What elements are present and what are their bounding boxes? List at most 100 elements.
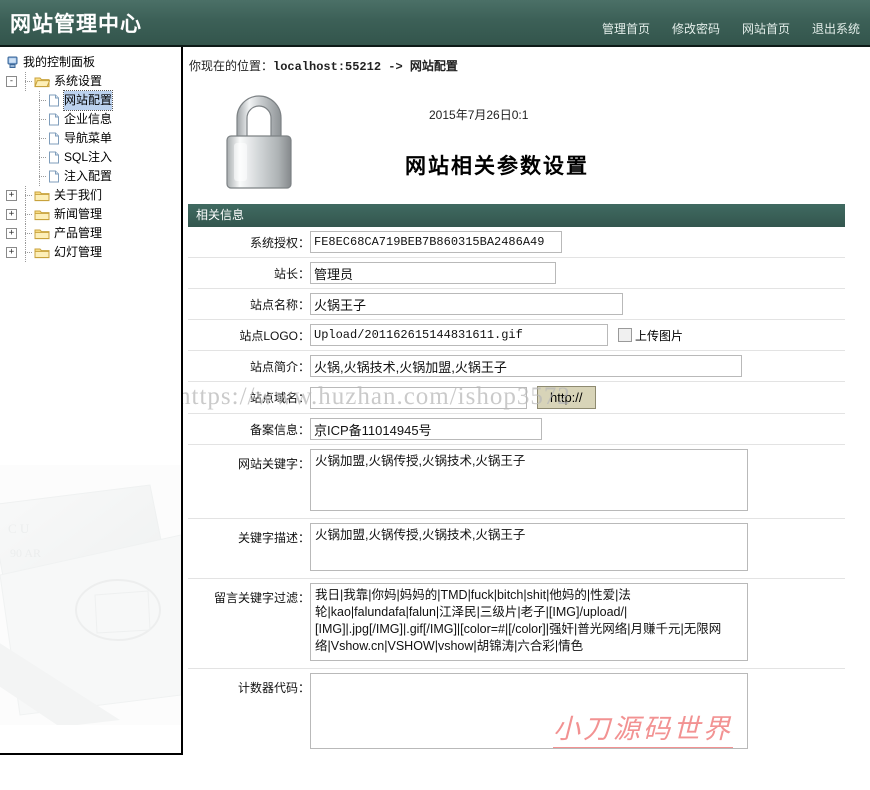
http-prefix-button[interactable]: http:// <box>537 386 596 409</box>
site-intro-input[interactable] <box>310 355 742 377</box>
sidebar-tree: 我的控制面板 - 系统设置 <box>0 47 181 262</box>
nav-link-change-password[interactable]: 修改密码 <box>672 20 720 37</box>
site-logo-input[interactable] <box>310 324 608 346</box>
sidebar-item-site-config[interactable]: 网站配置 <box>4 91 181 110</box>
sidebar-item-news-manage[interactable]: + 新闻管理 <box>4 205 181 224</box>
page-icon <box>48 132 60 145</box>
admin-page: 网站管理中心 管理首页 修改密码 网站首页 退出系统 C U 90 AR <box>0 0 870 790</box>
table-row: 备案信息： <box>188 414 845 445</box>
sidebar-item-label: 产品管理 <box>54 224 102 243</box>
tree-line <box>35 129 48 148</box>
computer-icon <box>6 56 19 69</box>
field-filter-cell <box>310 579 845 669</box>
breadcrumb-prefix: 你现在的位置： <box>189 59 273 73</box>
sidebar-item-company-info[interactable]: 企业信息 <box>4 110 181 129</box>
sidebar-item-label: 关于我们 <box>54 186 102 205</box>
system-auth-input[interactable] <box>310 231 562 253</box>
table-row: 站点简介： <box>188 351 845 382</box>
field-description-cell <box>310 519 845 579</box>
label-site-name: 站点名称： <box>188 289 310 320</box>
tree-line <box>35 91 48 110</box>
keywords-textarea[interactable] <box>310 449 748 511</box>
sidebar-item-injection-config[interactable]: 注入配置 <box>4 167 181 186</box>
label-site-logo: 站点LOGO： <box>188 320 310 351</box>
label-webmaster: 站长： <box>188 258 310 289</box>
top-navigation: 管理首页 修改密码 网站首页 退出系统 <box>602 20 860 37</box>
breadcrumb-host: localhost:55212 <box>273 60 381 74</box>
keyword-description-textarea[interactable] <box>310 523 748 571</box>
webmaster-input[interactable] <box>310 262 556 284</box>
sidebar-item-slideshow-manage[interactable]: + 幻灯管理 <box>4 243 181 262</box>
page-icon <box>48 170 60 183</box>
site-logo-row: 上传图片 <box>310 324 845 346</box>
sidebar-item-label: 系统设置 <box>54 72 102 91</box>
top-header-bar: 网站管理中心 管理首页 修改密码 网站首页 退出系统 <box>0 0 870 47</box>
expand-toggle-icon[interactable]: + <box>6 209 17 220</box>
page-icon <box>48 113 60 126</box>
label-system-auth: 系统授权： <box>188 227 310 258</box>
sidebar-item-label: 注入配置 <box>64 167 112 186</box>
page-icon <box>48 151 60 164</box>
field-icp-cell <box>310 414 845 445</box>
page-icon <box>48 94 60 107</box>
site-brand-title: 网站管理中心 <box>10 8 142 38</box>
sidebar-item-control-panel[interactable]: 我的控制面板 <box>4 53 181 72</box>
table-row: 计数器代码： <box>188 669 845 756</box>
upload-image-label: 上传图片 <box>635 329 683 343</box>
field-keywords-cell <box>310 445 845 519</box>
current-datetime: 2015年7月26日0:1 <box>429 106 528 123</box>
upload-image-checkbox-wrap[interactable]: 上传图片 <box>618 327 683 344</box>
folder-open-icon <box>34 75 50 88</box>
expand-toggle-icon[interactable]: + <box>6 228 17 239</box>
sidebar: C U 90 AR 我的控制面板 - <box>0 47 183 755</box>
breadcrumb: 你现在的位置：localhost:55212 -> 网站配置 <box>183 47 870 74</box>
nav-link-logout[interactable]: 退出系统 <box>812 20 860 37</box>
table-row: 站点域名： http:// <box>188 382 845 414</box>
icp-input[interactable] <box>310 418 542 440</box>
folder-icon <box>34 208 50 221</box>
sidebar-item-system-settings[interactable]: - 系统设置 <box>4 72 181 91</box>
field-counter-cell <box>310 669 845 756</box>
breadcrumb-current: 网站配置 <box>410 59 458 73</box>
folder-icon <box>34 246 50 259</box>
svg-text:90 AR: 90 AR <box>10 546 41 560</box>
breadcrumb-arrow: -> <box>381 60 410 74</box>
sidebar-item-about-us[interactable]: + 关于我们 <box>4 186 181 205</box>
site-domain-input[interactable] <box>310 387 527 409</box>
sidebar-background-image: C U 90 AR <box>0 465 181 725</box>
sidebar-item-nav-menu[interactable]: 导航菜单 <box>4 129 181 148</box>
page-heading-block: 2015年7月26日0:1 网站相关参数设置 <box>183 74 870 204</box>
sidebar-item-label: 企业信息 <box>64 110 112 129</box>
nav-link-admin-home[interactable]: 管理首页 <box>602 20 650 37</box>
sidebar-item-label: 网站配置 <box>64 91 112 110</box>
sidebar-item-product-manage[interactable]: + 产品管理 <box>4 224 181 243</box>
tree-line <box>21 224 34 243</box>
counter-code-textarea[interactable] <box>310 673 748 749</box>
table-row: 留言关键字过滤： <box>188 579 845 669</box>
settings-panel: 相关信息 系统授权： 站长： 站点名称： <box>188 204 845 755</box>
upload-image-checkbox[interactable] <box>618 328 632 342</box>
nav-link-site-home[interactable]: 网站首页 <box>742 20 790 37</box>
table-row: 站点名称： <box>188 289 845 320</box>
tree-line <box>35 167 48 186</box>
sidebar-item-sql-injection[interactable]: SQL注入 <box>4 148 181 167</box>
bottom-strip <box>0 755 870 790</box>
sidebar-item-label: 幻灯管理 <box>54 243 102 262</box>
site-name-input[interactable] <box>310 293 623 315</box>
table-row: 网站关键字： <box>188 445 845 519</box>
expand-toggle-icon[interactable]: + <box>6 190 17 201</box>
table-row: 站长： <box>188 258 845 289</box>
message-filter-textarea[interactable] <box>310 583 748 661</box>
sidebar-item-label: 新闻管理 <box>54 205 102 224</box>
tree-line <box>21 72 34 91</box>
sidebar-root-label: 我的控制面板 <box>23 53 95 72</box>
label-keywords: 网站关键字： <box>188 445 310 519</box>
folder-icon <box>34 227 50 240</box>
field-site-domain-cell: http:// <box>310 382 845 414</box>
label-counter-code: 计数器代码： <box>188 669 310 756</box>
label-message-filter: 留言关键字过滤： <box>188 579 310 669</box>
sidebar-item-label: SQL注入 <box>64 148 112 167</box>
collapse-toggle-icon[interactable]: - <box>6 76 17 87</box>
tree-line <box>21 243 34 262</box>
expand-toggle-icon[interactable]: + <box>6 247 17 258</box>
